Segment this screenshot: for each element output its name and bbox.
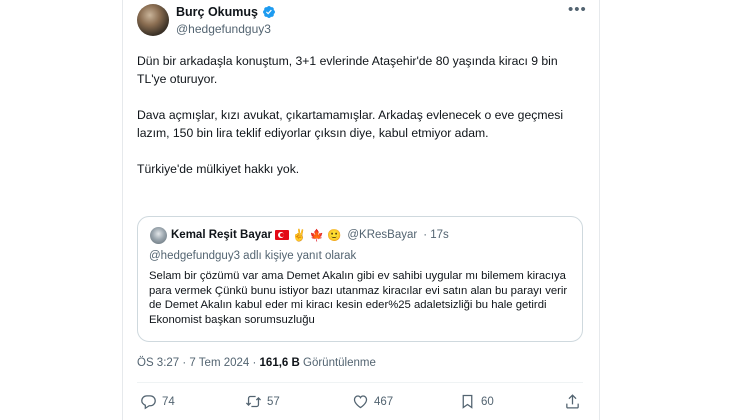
reply-context: @hedgefundguy3 adlı kişiye yanıt olarak	[149, 250, 357, 262]
bookmark-count: 60	[481, 395, 494, 408]
views-label: Görüntülenme	[299, 357, 376, 369]
author-name-line: Burç Okumuş	[176, 5, 276, 19]
verified-badge-icon[interactable]	[262, 5, 276, 19]
quoted-author-avatar	[150, 227, 167, 244]
reply-count: 74	[162, 395, 175, 408]
author-display-name[interactable]: Burç Okumuş	[176, 5, 258, 19]
tweet-text: Dün bir arkadaşla konuştum, 3+1 evlerind…	[137, 52, 587, 196]
retweet-count: 57	[267, 395, 280, 408]
share-button[interactable]	[564, 393, 581, 410]
quoted-tweet[interactable]: Kemal Reşit Bayar ✌️ 🍁 🙂 @KResBayar · 17…	[137, 216, 583, 342]
tweet-timestamp[interactable]: ÖS 3:27 · 7 Tem 2024 ·	[137, 357, 260, 369]
quoted-header: Kemal Reşit Bayar ✌️ 🍁 🙂 @KResBayar · 17…	[171, 228, 449, 242]
author-avatar[interactable]	[137, 4, 169, 36]
quoted-display-name: Kemal Reşit Bayar	[171, 229, 272, 241]
tweet-paragraph: Türkiye'de mülkiyet hakkı yok.	[137, 162, 300, 176]
quoted-name-emojis: ✌️ 🍁 🙂	[292, 230, 342, 242]
divider	[137, 382, 583, 383]
tweet-meta: ÖS 3:27 · 7 Tem 2024 · 161,6 B Görüntüle…	[137, 357, 376, 369]
heart-icon	[353, 395, 368, 409]
tweet-paragraph: Dün bir arkadaşla konuştum, 3+1 evlerind…	[137, 54, 558, 86]
share-icon	[566, 394, 579, 409]
bookmark-icon	[462, 394, 473, 409]
quoted-text: Selam bir çözümü var ama Demet Akalın gi…	[149, 270, 568, 326]
like-count: 467	[374, 395, 394, 408]
author-handle[interactable]: @hedgefundguy3	[176, 22, 271, 36]
retweet-button[interactable]: 57	[245, 393, 280, 410]
action-bar: 74 57 467 60	[137, 393, 583, 413]
turkey-flag-icon	[275, 230, 289, 240]
reply-icon	[141, 395, 156, 410]
reply-button[interactable]: 74	[140, 393, 175, 410]
bookmark-button[interactable]: 60	[459, 393, 494, 410]
tweet-paragraph: Dava açmışlar, kızı avukat, çıkartamamış…	[137, 108, 564, 140]
quoted-handle: @KResBayar	[347, 229, 418, 241]
like-button[interactable]: 467	[352, 393, 393, 410]
quoted-time: · 17s	[423, 229, 449, 241]
more-options-icon[interactable]: •••	[568, 2, 587, 17]
views-count: 161,6 B	[259, 357, 300, 369]
retweet-icon	[245, 395, 262, 408]
